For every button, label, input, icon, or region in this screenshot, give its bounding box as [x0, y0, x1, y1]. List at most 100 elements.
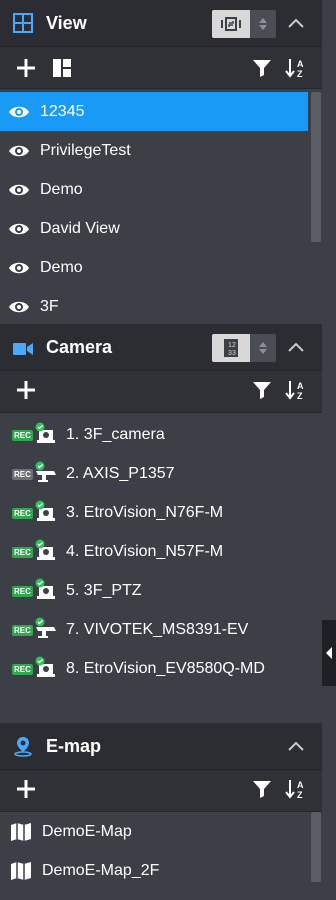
- rec-badge: REC: [12, 547, 33, 558]
- view-item[interactable]: PrivilegeTest: [0, 131, 308, 170]
- view-scroll-thumb[interactable]: [311, 92, 321, 242]
- dome-camera-icon: [35, 578, 55, 599]
- add-emap-button[interactable]: [14, 777, 38, 801]
- view-mode-stepper[interactable]: [250, 10, 276, 38]
- bullet-camera-icon: [35, 461, 56, 482]
- camera-list: REC 1. 3F_camera REC 2. AXIS_P1357 REC 3…: [0, 413, 322, 723]
- emap-toolbar: A Z: [0, 770, 322, 812]
- numbered-list-icon: 1 2 3 3: [224, 339, 238, 357]
- emap-item[interactable]: DemoE-Map_2F: [0, 851, 308, 890]
- chevron-up-icon[interactable]: [284, 337, 308, 357]
- svg-text:2: 2: [232, 342, 236, 349]
- camera-item-label: 8. EtroVision_EV8580Q-MD: [66, 659, 265, 677]
- rotate-icon: [221, 17, 241, 31]
- sort-az-icon[interactable]: A Z: [284, 777, 308, 801]
- camera-item[interactable]: REC 2. AXIS_P1357: [0, 454, 308, 493]
- chevron-up-icon[interactable]: [284, 13, 308, 33]
- view-rotate-button[interactable]: [212, 10, 250, 38]
- view-item-label: Demo: [40, 180, 83, 198]
- map-icon: [11, 862, 31, 880]
- dome-camera-icon: [35, 656, 55, 677]
- camera-mode-stepper[interactable]: [250, 334, 276, 362]
- caret-up-icon: [259, 18, 267, 23]
- view-item-label: Demo: [40, 258, 83, 276]
- camera-sort-number-button[interactable]: 1 2 3 3: [212, 334, 250, 362]
- camera-item[interactable]: REC 3. EtroVision_N76F-M: [0, 493, 308, 532]
- filter-icon[interactable]: [250, 777, 274, 801]
- camera-mode-toggle[interactable]: 1 2 3 3: [212, 334, 276, 362]
- rec-badge: REC: [12, 430, 33, 441]
- camera-item-label: 5. 3F_PTZ: [66, 581, 142, 599]
- svg-text:A: A: [297, 381, 304, 391]
- camera-section-header[interactable]: Camera 1 2 3 3: [0, 324, 322, 371]
- emap-scroll-thumb[interactable]: [311, 812, 321, 882]
- add-camera-button[interactable]: [14, 378, 38, 402]
- eye-icon: [9, 106, 29, 118]
- camera-item[interactable]: REC 4. EtroVision_N57F-M: [0, 532, 308, 571]
- view-mode-toggle[interactable]: [212, 10, 276, 38]
- video-camera-icon: [13, 343, 33, 355]
- dome-camera-icon: [35, 539, 55, 560]
- svg-text:Z: Z: [297, 790, 303, 800]
- view-section-header[interactable]: View: [0, 0, 322, 47]
- view-item-label: 3F: [40, 297, 59, 315]
- map-pin-icon: [14, 737, 32, 757]
- filter-icon[interactable]: [250, 378, 274, 402]
- camera-item-label: 7. VIVOTEK_MS8391-EV: [66, 620, 249, 638]
- rec-badge: REC: [12, 625, 33, 636]
- dome-camera-icon: [35, 500, 55, 521]
- collapse-panel-handle[interactable]: [322, 620, 336, 686]
- emap-item[interactable]: DemoE-Map: [0, 812, 308, 851]
- add-view-button[interactable]: [14, 56, 38, 80]
- camera-item-label: 2. AXIS_P1357: [66, 464, 175, 482]
- emap-item-label: DemoE-Map_2F: [42, 861, 160, 879]
- view-item[interactable]: David View: [0, 209, 308, 248]
- view-item[interactable]: 12345: [0, 92, 308, 131]
- emap-title: E-map: [46, 736, 102, 756]
- view-item-label: David View: [40, 219, 120, 237]
- layout-icon[interactable]: [50, 56, 74, 80]
- sort-az-icon[interactable]: A Z: [284, 378, 308, 402]
- dome-camera-icon: [35, 422, 55, 443]
- caret-down-icon: [259, 349, 267, 354]
- view-item-label: 12345: [40, 102, 85, 120]
- svg-text:Z: Z: [297, 391, 303, 401]
- emap-list: DemoE-Map DemoE-Map_2F: [0, 812, 322, 900]
- camera-item[interactable]: REC 8. EtroVision_EV8580Q-MD: [0, 649, 308, 688]
- rec-badge: REC: [12, 664, 33, 675]
- camera-item-label: 4. EtroVision_N57F-M: [66, 542, 224, 560]
- rec-badge: REC: [12, 586, 33, 597]
- sort-az-icon[interactable]: A Z: [284, 56, 308, 80]
- view-item[interactable]: Demo: [0, 248, 308, 287]
- view-list: 12345 PrivilegeTest Demo David View Demo…: [0, 90, 322, 323]
- filter-icon[interactable]: [250, 56, 274, 80]
- camera-title: Camera: [46, 337, 113, 357]
- svg-text:A: A: [297, 59, 304, 69]
- camera-item-label: 1. 3F_camera: [66, 425, 165, 443]
- emap-item-label: DemoE-Map: [42, 822, 132, 840]
- grid-icon: [13, 13, 33, 33]
- caret-down-icon: [259, 25, 267, 30]
- svg-text:3: 3: [232, 350, 236, 357]
- camera-item[interactable]: REC 7. VIVOTEK_MS8391-EV: [0, 610, 308, 649]
- eye-icon: [9, 184, 29, 196]
- view-toolbar: A Z: [0, 47, 322, 89]
- view-item[interactable]: 3F: [0, 287, 308, 323]
- chevron-up-icon[interactable]: [284, 736, 308, 756]
- emap-section-header[interactable]: E-map: [0, 723, 322, 770]
- caret-up-icon: [259, 342, 267, 347]
- view-item-label: PrivilegeTest: [40, 141, 131, 159]
- rec-badge: REC: [12, 508, 33, 519]
- camera-item[interactable]: REC 1. 3F_camera: [0, 415, 308, 454]
- view-scrollbar[interactable]: [308, 90, 322, 323]
- bullet-camera-icon: [35, 617, 56, 638]
- camera-toolbar: A Z: [0, 371, 322, 413]
- view-title: View: [46, 13, 87, 33]
- svg-text:A: A: [297, 780, 304, 790]
- eye-icon: [9, 145, 29, 157]
- camera-item-label: 3. EtroVision_N76F-M: [66, 503, 224, 521]
- emap-scrollbar[interactable]: [308, 812, 322, 900]
- view-item[interactable]: Demo: [0, 170, 308, 209]
- camera-item[interactable]: REC 5. 3F_PTZ: [0, 571, 308, 610]
- rec-badge: REC: [12, 469, 33, 480]
